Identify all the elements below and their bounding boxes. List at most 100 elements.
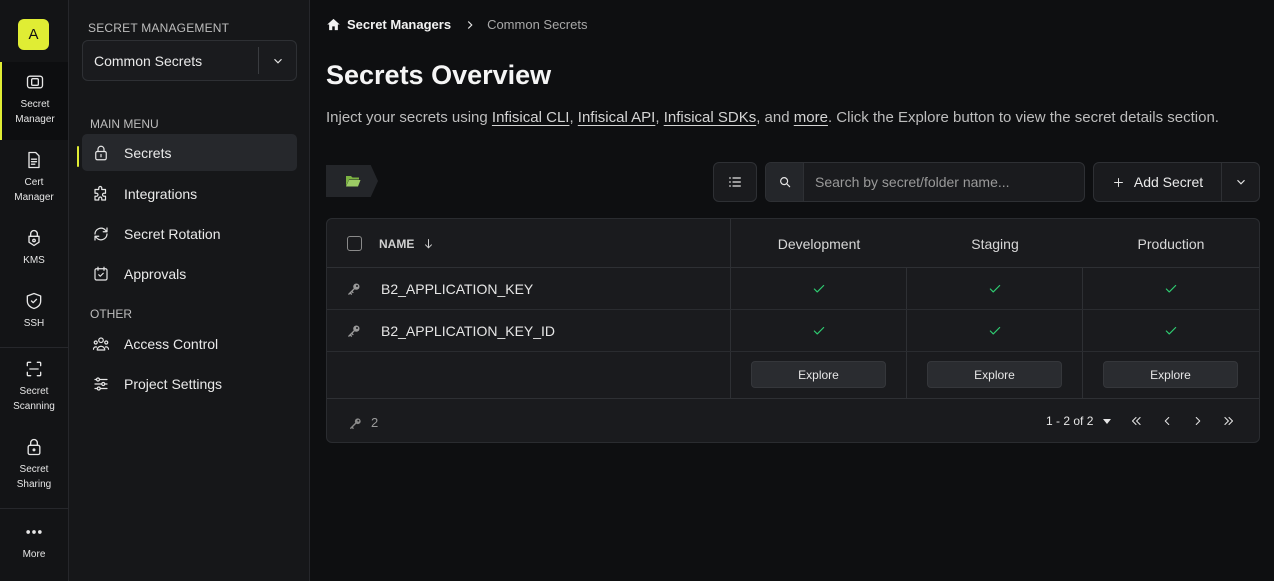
search-bar bbox=[765, 162, 1085, 202]
sidebar-item-secret-rotation[interactable]: Secret Rotation bbox=[82, 215, 297, 252]
chevron-right-icon bbox=[467, 20, 473, 29]
key-icon bbox=[348, 283, 360, 295]
list-icon bbox=[729, 177, 741, 187]
project-select-value: Common Secrets bbox=[94, 52, 203, 69]
rail-item-secret-manager[interactable]: Secret Manager bbox=[0, 62, 68, 140]
add-secret-button-group: Add Secret bbox=[1093, 162, 1260, 202]
check-icon bbox=[1165, 284, 1177, 293]
prev-page-icon[interactable] bbox=[1160, 414, 1174, 428]
rail-label: KMS bbox=[23, 255, 45, 266]
check-icon bbox=[813, 284, 825, 293]
desc-text: Inject your secrets using bbox=[326, 109, 492, 126]
secrets-table: NAME Development Staging Production B2_A… bbox=[326, 218, 1260, 443]
name-header-label: NAME bbox=[379, 236, 415, 251]
pagination-range[interactable]: 1 - 2 of 2 bbox=[1046, 414, 1093, 428]
other-label: OTHER bbox=[90, 307, 132, 321]
settings-sliders-icon bbox=[94, 376, 108, 391]
more-dots-icon bbox=[26, 530, 42, 534]
sidebar-heading: SECRET MANAGEMENT bbox=[88, 21, 230, 35]
breadcrumb-home[interactable] bbox=[326, 17, 347, 32]
rail-item-secret-scanning[interactable]: Secret Scanning bbox=[0, 359, 68, 414]
select-all-checkbox[interactable] bbox=[347, 236, 362, 251]
link-more[interactable]: more bbox=[794, 109, 828, 126]
chevron-down-icon bbox=[273, 58, 282, 64]
secret-name: B2_APPLICATION_KEY_ID bbox=[381, 323, 556, 339]
breadcrumb: Secret Managers Common Secrets bbox=[326, 17, 587, 32]
sidebar-item-secrets[interactable]: Secrets bbox=[82, 134, 297, 171]
view-toggle-button[interactable] bbox=[713, 162, 757, 202]
rail-item-kms[interactable]: KMS bbox=[0, 228, 68, 268]
sidebar-item-label: Approvals bbox=[124, 265, 187, 282]
rail-label: More bbox=[22, 549, 46, 560]
per-page-caret-icon[interactable] bbox=[1103, 418, 1112, 424]
sort-arrow-down-icon bbox=[425, 239, 433, 249]
sidebar-item-integrations[interactable]: Integrations bbox=[82, 175, 297, 212]
rail-item-ssh[interactable]: SSH bbox=[0, 291, 68, 331]
rail-item-more[interactable]: More bbox=[0, 522, 68, 562]
desc-text: . Click the Explore button to view the s… bbox=[827, 109, 1219, 126]
add-secret-dropdown[interactable] bbox=[1222, 175, 1259, 189]
sidebar-item-access-control[interactable]: Access Control bbox=[82, 325, 297, 362]
rotate-icon bbox=[94, 226, 108, 241]
rail-item-cert-manager[interactable]: Cert Manager bbox=[0, 150, 68, 205]
rail-item-secret-sharing[interactable]: Secret Sharing bbox=[0, 437, 68, 492]
users-icon bbox=[92, 336, 110, 351]
check-icon bbox=[813, 326, 825, 335]
sidebar-item-label: Secrets bbox=[124, 144, 172, 161]
env-header-production[interactable]: Production bbox=[1083, 219, 1259, 268]
env-header-development[interactable]: Development bbox=[731, 219, 907, 268]
project-select-toggle[interactable] bbox=[258, 47, 296, 74]
chevron-down-icon bbox=[1236, 179, 1245, 185]
table-row[interactable]: B2_APPLICATION_KEY_ID bbox=[327, 310, 1259, 352]
main-content: Secret Managers Common Secrets Secrets O… bbox=[310, 0, 1274, 581]
explore-button-development[interactable]: Explore bbox=[751, 361, 886, 388]
sidebar-item-approvals[interactable]: Approvals bbox=[82, 255, 297, 292]
main-menu-label: MAIN MENU bbox=[90, 117, 159, 131]
secret-count: 2 bbox=[349, 415, 378, 430]
search-input[interactable] bbox=[804, 174, 1084, 190]
table-header: NAME Development Staging Production bbox=[327, 219, 1259, 268]
link-infisical-cli[interactable]: Infisical CLI bbox=[492, 109, 570, 126]
secret-name: B2_APPLICATION_KEY bbox=[381, 281, 534, 297]
last-page-icon[interactable] bbox=[1222, 414, 1236, 428]
sidebar-item-label: Project Settings bbox=[124, 375, 223, 392]
link-infisical-api[interactable]: Infisical API bbox=[578, 109, 656, 126]
secret-manager-icon bbox=[26, 75, 44, 89]
explore-button-production[interactable]: Explore bbox=[1103, 361, 1238, 388]
rail-label: Secret Scanning bbox=[13, 386, 55, 412]
org-avatar[interactable]: A bbox=[18, 19, 49, 50]
certificate-icon bbox=[28, 151, 40, 169]
lock-icon bbox=[95, 145, 107, 160]
scan-icon bbox=[26, 361, 42, 377]
plus-icon bbox=[1114, 177, 1123, 187]
name-header[interactable]: NAME bbox=[347, 236, 435, 251]
shield-icon bbox=[26, 292, 42, 310]
search-icon-box bbox=[766, 163, 804, 201]
env-header-staging[interactable]: Staging bbox=[907, 219, 1083, 268]
rail-divider bbox=[0, 347, 68, 348]
check-icon bbox=[989, 284, 1001, 293]
check-icon bbox=[989, 326, 1001, 335]
next-page-icon[interactable] bbox=[1191, 414, 1205, 428]
sidebar-item-label: Integrations bbox=[124, 185, 198, 202]
pagination: 1 - 2 of 2 bbox=[1046, 414, 1236, 428]
table-row[interactable]: B2_APPLICATION_KEY bbox=[327, 268, 1259, 310]
sidebar-item-project-settings[interactable]: Project Settings bbox=[82, 365, 297, 402]
page-description: Inject your secrets using Infisical CLI,… bbox=[326, 109, 1219, 126]
breadcrumb-root[interactable]: Secret Managers bbox=[347, 17, 451, 32]
explore-button-staging[interactable]: Explore bbox=[927, 361, 1062, 388]
home-icon bbox=[327, 18, 340, 31]
project-select[interactable]: Common Secrets bbox=[82, 40, 297, 81]
puzzle-icon bbox=[94, 185, 107, 201]
rail-divider bbox=[0, 508, 68, 509]
kms-lock-icon bbox=[28, 229, 40, 247]
rail-label: Secret Manager bbox=[15, 99, 55, 125]
folder-path-root[interactable] bbox=[326, 165, 378, 197]
desc-text: , bbox=[569, 109, 578, 126]
add-secret-button[interactable]: Add Secret bbox=[1094, 163, 1222, 201]
page-title: Secrets Overview bbox=[326, 60, 552, 90]
link-infisical-sdks[interactable]: Infisical SDKs bbox=[664, 109, 757, 126]
add-secret-label: Add Secret bbox=[1133, 174, 1204, 190]
desc-text: , and bbox=[756, 109, 794, 126]
first-page-icon[interactable] bbox=[1129, 414, 1143, 428]
